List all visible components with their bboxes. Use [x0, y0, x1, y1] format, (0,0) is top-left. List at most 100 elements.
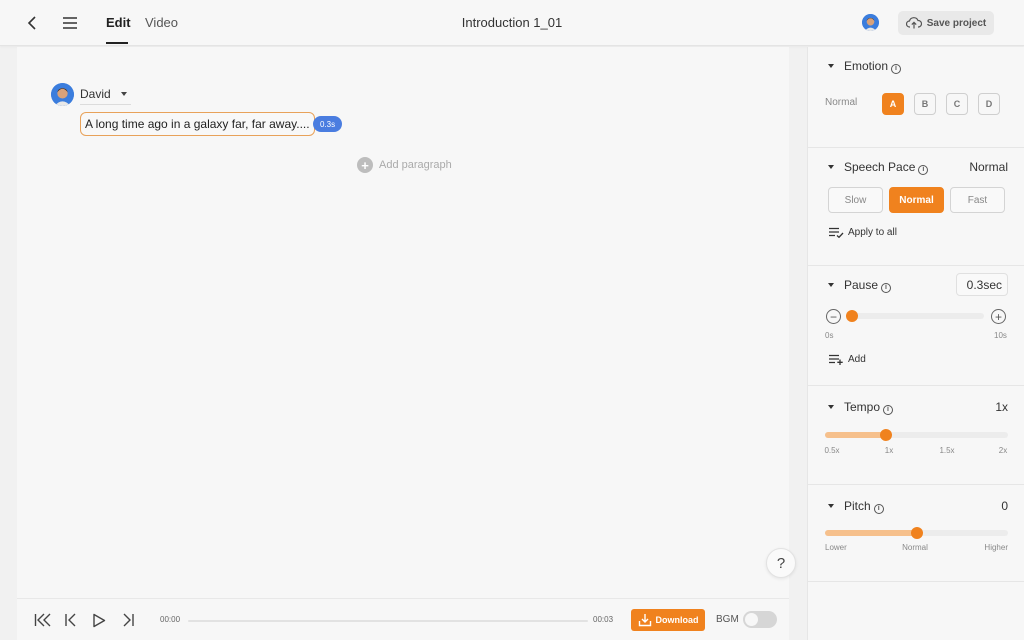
speaker-face-icon — [51, 83, 74, 106]
emotion-title: Emotion — [844, 59, 889, 73]
skip-to-start-icon — [34, 613, 50, 627]
download-button[interactable]: Download — [631, 609, 705, 631]
tempo-slider[interactable] — [825, 429, 1008, 441]
pitch-title: Pitch — [844, 499, 871, 513]
pitch-tick-label: Normal — [902, 543, 928, 552]
tempo-title: Tempo — [844, 400, 881, 414]
tab-edit[interactable]: Edit — [106, 15, 131, 30]
apply-to-all-button[interactable]: Apply to all — [828, 227, 897, 238]
project-title: Introduction 1_01 — [461, 15, 563, 30]
voice-settings-panel: Emotion i Normal A B C D Speech Pace i Nor… — [807, 47, 1024, 640]
user-avatar[interactable] — [862, 14, 879, 31]
paragraph-text-field[interactable]: A long time ago in a galaxy far, far awa… — [80, 112, 315, 136]
plus-circle-icon: + — [357, 157, 373, 173]
tempo-tick-label: 0.5x — [824, 446, 840, 455]
pause-decrease-button[interactable]: − — [826, 309, 841, 324]
pace-slow-button[interactable]: Slow — [828, 187, 883, 213]
pause-header[interactable]: Pause i — [828, 278, 892, 293]
emotion-option-b[interactable]: B — [914, 93, 936, 115]
info-icon[interactable]: i — [891, 63, 902, 74]
pitch-section: Pitch i 0 Lower Normal Higher — [808, 485, 1024, 582]
next-icon — [123, 613, 134, 627]
pause-title: Pause — [844, 278, 879, 292]
emotion-header[interactable]: Emotion i — [828, 59, 902, 74]
script-editor: David A long time ago in a galaxy far, f… — [17, 47, 789, 598]
play-button[interactable] — [89, 611, 109, 629]
emotion-option-a[interactable]: A — [882, 93, 904, 115]
playback-progress-track[interactable] — [188, 620, 588, 622]
hamburger-icon — [63, 17, 77, 29]
pitch-tick-label: Higher — [984, 543, 1008, 552]
toggle-knob — [745, 613, 758, 626]
collapse-triangle-icon — [828, 64, 834, 69]
pitch-slider[interactable] — [825, 527, 1008, 539]
total-time: 00:03 — [593, 615, 614, 624]
list-add-icon — [829, 354, 843, 365]
tempo-tick-label: 1.5x — [939, 446, 955, 455]
back-button[interactable] — [22, 13, 42, 33]
previous-icon — [65, 613, 76, 627]
emotion-option-d[interactable]: D — [978, 93, 1000, 115]
speaker-dropdown[interactable]: David — [80, 85, 131, 105]
list-check-icon — [829, 227, 844, 238]
chevron-left-icon — [27, 16, 36, 30]
speaker-row: David — [51, 83, 131, 106]
player-bar: 00:00 00:03 Download BGM — [17, 598, 789, 640]
emotion-section: Emotion i Normal A B C D — [808, 47, 1024, 148]
minus-icon: − — [829, 309, 837, 324]
tempo-value: 1x — [995, 400, 1008, 414]
tempo-section: Tempo i 1x 0.5x 1x 1.5x 2x — [808, 386, 1024, 485]
download-icon — [638, 614, 651, 627]
menu-button[interactable] — [60, 13, 80, 33]
info-icon[interactable]: i — [873, 503, 884, 514]
next-button[interactable] — [118, 611, 138, 629]
save-project-label: Save project — [926, 17, 987, 29]
info-icon[interactable]: i — [883, 404, 894, 415]
speech-pace-header[interactable]: Speech Pace i — [828, 160, 929, 175]
collapse-triangle-icon — [828, 283, 834, 288]
add-paragraph-button[interactable]: + Add paragraph — [357, 157, 452, 173]
bgm-toggle[interactable] — [743, 611, 777, 628]
play-icon — [93, 613, 106, 627]
info-icon[interactable]: i — [918, 164, 929, 175]
top-bar: Edit Video Introduction 1_01 Save projec… — [0, 0, 1024, 46]
emotion-label: Normal — [825, 97, 858, 108]
add-pause-label: Add — [848, 354, 866, 365]
tempo-tick-label: 2x — [998, 446, 1008, 455]
help-button[interactable]: ? — [766, 548, 796, 578]
user-face-icon — [862, 14, 879, 31]
collapse-triangle-icon — [828, 165, 834, 170]
pause-increase-button[interactable]: + — [991, 309, 1006, 324]
cloud-upload-icon — [905, 17, 922, 29]
add-pause-button[interactable]: Add — [828, 354, 866, 365]
pause-min-label: 0s — [825, 331, 834, 340]
pause-slider[interactable] — [846, 310, 984, 322]
download-label: Download — [655, 615, 699, 625]
speaker-name: David — [80, 86, 111, 101]
pause-value-input[interactable]: 0.3sec — [956, 273, 1008, 296]
tempo-slider-thumb[interactable] — [879, 429, 892, 441]
speech-pace-value: Normal — [969, 160, 1008, 174]
tempo-tick-label: 1x — [884, 446, 894, 455]
pause-slider-thumb[interactable] — [846, 310, 859, 322]
pitch-tick-label: Lower — [825, 543, 847, 552]
pace-normal-button[interactable]: Normal — [889, 187, 944, 213]
pace-fast-button[interactable]: Fast — [950, 187, 1005, 213]
info-icon[interactable]: i — [881, 282, 892, 293]
tempo-header[interactable]: Tempo i — [828, 400, 894, 415]
emotion-option-c[interactable]: C — [946, 93, 968, 115]
previous-button[interactable] — [61, 611, 81, 629]
caret-down-icon — [120, 91, 127, 96]
pitch-slider-thumb[interactable] — [910, 527, 923, 539]
active-tab-indicator — [106, 42, 128, 44]
save-project-button[interactable]: Save project — [898, 11, 994, 35]
add-paragraph-label: Add paragraph — [379, 159, 452, 171]
collapse-triangle-icon — [828, 405, 834, 410]
pause-badge[interactable]: 0.3s — [313, 116, 343, 132]
skip-to-start-button[interactable] — [33, 611, 53, 629]
tab-video[interactable]: Video — [145, 15, 178, 30]
current-time: 00:00 — [160, 615, 181, 624]
bgm-label: BGM — [716, 614, 739, 625]
tempo-slider-fill — [825, 432, 886, 438]
pitch-header[interactable]: Pitch i — [828, 499, 884, 514]
